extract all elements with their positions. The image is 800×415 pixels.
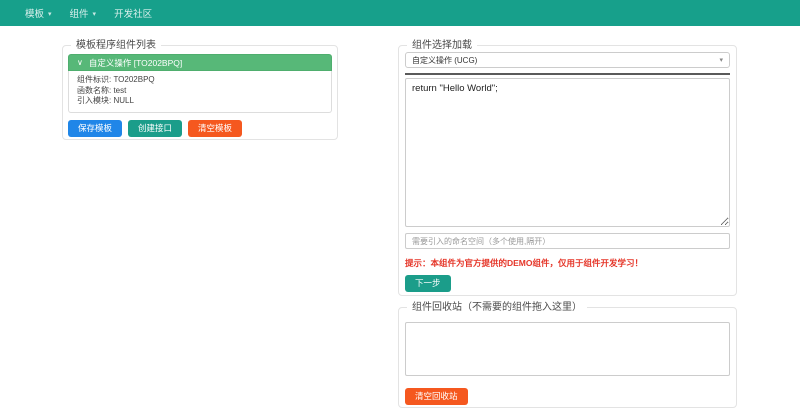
component-accordion-header[interactable]: ∨ 自定义操作 [TO202BPQ] [68, 54, 332, 71]
divider [405, 73, 730, 75]
nav-item-component[interactable]: 组件 ▾ [61, 6, 106, 20]
component-loader-legend: 组件选择加载 [407, 39, 477, 52]
page: 模板 ▾ 组件 ▾ 开发社区 模板程序组件列表 ∨ 自定义操作 [TO202BP… [0, 0, 800, 415]
component-accordion-title: 自定义操作 [TO202BPQ] [89, 57, 182, 69]
demo-tip-text: 提示：本组件为官方提供的DEMO组件，仅用于组件开发学习！ [405, 257, 730, 269]
recycle-drop-zone[interactable] [405, 322, 730, 376]
detail-function-name: 函数名称: test [77, 86, 323, 97]
recycle-bin-panel: 组件回收站（不需要的组件拖入这里） 清空回收站 [398, 307, 737, 408]
clear-template-button[interactable]: 清空模板 [188, 120, 242, 137]
detail-import-module: 引入模块: NULL [77, 96, 323, 107]
next-step-button[interactable]: 下一步 [405, 275, 451, 292]
component-select-value: 自定义操作 (UCG) [412, 55, 477, 66]
save-template-button[interactable]: 保存模板 [68, 120, 122, 137]
nav-item-template[interactable]: 模板 ▾ [16, 6, 61, 20]
nav-item-community-label: 开发社区 [114, 6, 152, 20]
chevron-down-icon: ∨ [77, 59, 83, 67]
recycle-bin-legend: 组件回收站（不需要的组件拖入这里） [407, 301, 587, 314]
nav-item-community[interactable]: 开发社区 [105, 6, 161, 20]
clear-recycle-button[interactable]: 清空回收站 [405, 388, 468, 405]
code-editor[interactable]: return "Hello World"; [405, 78, 730, 227]
caret-down-icon: ▾ [719, 56, 723, 64]
template-list-legend: 模板程序组件列表 [71, 39, 161, 52]
caret-down-icon: ▾ [48, 11, 52, 18]
component-details: 组件标识: TO202BPQ 函数名称: test 引入模块: NULL [68, 71, 332, 113]
create-interface-button[interactable]: 创建接口 [128, 120, 182, 137]
detail-component-id: 组件标识: TO202BPQ [77, 75, 323, 86]
component-accordion: ∨ 自定义操作 [TO202BPQ] 组件标识: TO202BPQ 函数名称: … [68, 54, 332, 113]
component-select[interactable]: 自定义操作 (UCG) ▾ [405, 52, 730, 68]
component-loader-panel: 组件选择加载 自定义操作 (UCG) ▾ return "Hello World… [398, 45, 737, 296]
template-list-panel: 模板程序组件列表 ∨ 自定义操作 [TO202BPQ] 组件标识: TO202B… [62, 45, 338, 140]
nav-item-component-label: 组件 [70, 6, 89, 20]
namespace-input[interactable] [405, 233, 730, 249]
template-actions: 保存模板 创建接口 清空模板 [68, 120, 332, 137]
top-navbar: 模板 ▾ 组件 ▾ 开发社区 [0, 0, 800, 26]
caret-down-icon: ▾ [93, 11, 97, 18]
nav-item-template-label: 模板 [25, 6, 44, 20]
